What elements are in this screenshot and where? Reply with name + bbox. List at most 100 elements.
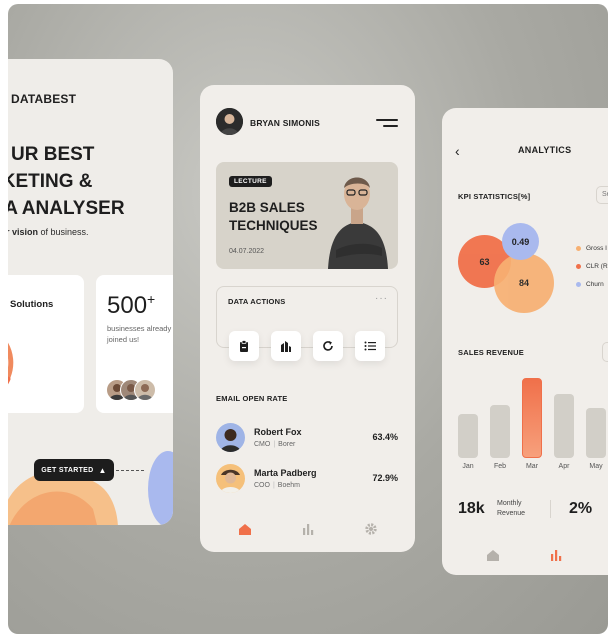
sales-bar-chart [458,368,608,458]
settings-icon[interactable] [364,522,378,536]
contact-name: Robert Fox [254,427,302,437]
dashboard-card: BRYAN SIMONIS LECTURE B2B SALES TECHNIQU… [200,85,415,552]
lecture-date: 04.07.2022 [229,248,265,255]
more-icon[interactable]: ··· [375,293,388,304]
sales-bar-jan[interactable] [458,414,478,458]
page-title: ANALYTICS [518,145,572,155]
refresh-icon [323,341,333,351]
contact-name: Marta Padberg [254,468,317,478]
list-button[interactable] [355,331,385,361]
lecture-banner[interactable]: LECTURE B2B SALES TECHNIQUES 04.07.2022 [216,162,398,269]
legend-label: CLR (R [586,262,608,270]
month-label: Jan [462,463,474,470]
month-label: Feb [493,463,507,470]
open-rate-value: 63.4% [372,432,398,442]
list-item[interactable]: Marta Padberg COO | Boehm 72.9% [216,464,402,494]
legend-label: Churn [586,280,604,288]
month-label: May [589,463,603,470]
contact-role: COO | Boehm [254,482,300,489]
bottom-nav [200,522,415,538]
hero-line-3: TA ANALYSER [8,198,125,219]
solutions-title: Solutions [10,299,54,310]
kpi-title: KPI STATISTICS[%] [458,192,531,201]
sales-bar-mar[interactable] [522,378,542,458]
businesses-count: 500+ [107,291,155,320]
analytics-card: ‹ ANALYTICS KPI STATISTICS[%] Se 63 84 0… [442,108,608,575]
clipboard-icon [240,340,248,352]
kpi-legend: Gross I CLR (R Churn [576,239,608,293]
legend-dot [576,281,581,287]
month-label: Apr [558,463,570,470]
sales-revenue-title: SALES REVENUE [458,348,524,357]
clipboard-button[interactable] [229,331,259,361]
hero-line-2: RKETING & [8,171,93,192]
legend-item: Gross I [576,239,608,257]
list-icon [364,341,376,351]
hero-line-1: UR BEST [11,144,95,165]
sales-select[interactable] [602,342,608,362]
contact-role: CMO | Borer [254,441,296,448]
email-open-rate-title: EMAIL OPEN RATE [216,394,288,403]
refresh-button[interactable] [313,331,343,361]
lecturer-photo [328,177,388,269]
legend-dot [576,245,581,251]
businesses-count-value: 500 [107,292,148,319]
solutions-ring-chart: + [8,342,14,385]
solutions-card[interactable]: Solutions + [8,275,84,413]
menu-icon[interactable] [376,118,398,128]
avatar [216,464,245,493]
hero-subtitle-bold: ear vision [8,227,39,237]
home-icon[interactable] [238,522,252,536]
lecture-title: B2B SALES TECHNIQUES [229,200,318,233]
contact-company: Borer [278,441,296,448]
legend-item: CLR (R [576,257,608,275]
data-actions-title: DATA ACTIONS [228,297,286,306]
hero-subtitle-rest: of business. [38,227,89,237]
avatar [134,379,156,401]
month-label: Mar [525,463,539,470]
sales-bar-may[interactable] [586,408,606,458]
user-avatar[interactable] [216,108,243,135]
businesses-caption: businesses already joined us! [107,324,172,344]
rocket-icon: ▲ [98,465,107,475]
bubble-churn: 0.49 [502,223,539,260]
hero-headline: UR BEST RKETING & TA ANALYSER [8,141,125,222]
hero-subtitle: ear vision of business. [8,227,89,237]
legend-label: Gross I [586,244,607,252]
cta-dashed-line [116,470,144,471]
bubble-gross: 84 [494,253,554,313]
data-actions-buttons [229,331,389,363]
kpi-select[interactable]: Se [596,186,608,204]
chart-icon[interactable] [301,522,315,536]
get-started-button[interactable]: GET STARTED ▲ [34,459,114,481]
get-started-label: GET STARTED [41,466,94,474]
contact-company: Boehm [277,482,300,489]
back-icon[interactable]: ‹ [455,143,460,159]
building-icon [281,341,291,352]
chart-icon[interactable] [549,548,563,562]
avatar [216,423,245,452]
decorative-swirl [8,451,173,525]
open-rate-value: 72.9% [372,473,398,483]
contact-role-title: COO [254,482,270,489]
growth-value: 2% [569,500,593,517]
home-icon[interactable] [486,548,500,562]
list-item[interactable]: Robert Fox CMO | Borer 63.4% [216,423,402,453]
legend-item: Churn [576,275,608,293]
brand-name[interactable]: DATABEST [11,92,76,106]
bottom-nav [442,548,608,564]
monthly-revenue-value: 18k [458,500,485,517]
sales-bar-feb[interactable] [490,405,510,458]
businesses-count-sup: + [147,291,156,307]
user-name: BRYAN SIMONIS [250,118,320,128]
lecture-badge: LECTURE [229,176,272,187]
contact-role-title: CMO [254,441,271,448]
building-button[interactable] [271,331,301,361]
businesses-card: 500+ businesses already joined us! [96,275,173,413]
showcase-frame: DATABEST UR BEST RKETING & TA ANALYSER e… [8,4,608,634]
sales-bar-apr[interactable] [554,394,574,458]
legend-dot [576,263,581,269]
landing-card: DATABEST UR BEST RKETING & TA ANALYSER e… [8,59,173,525]
monthly-revenue-label: Monthly Revenue [497,500,526,517]
stat-divider [550,500,551,518]
